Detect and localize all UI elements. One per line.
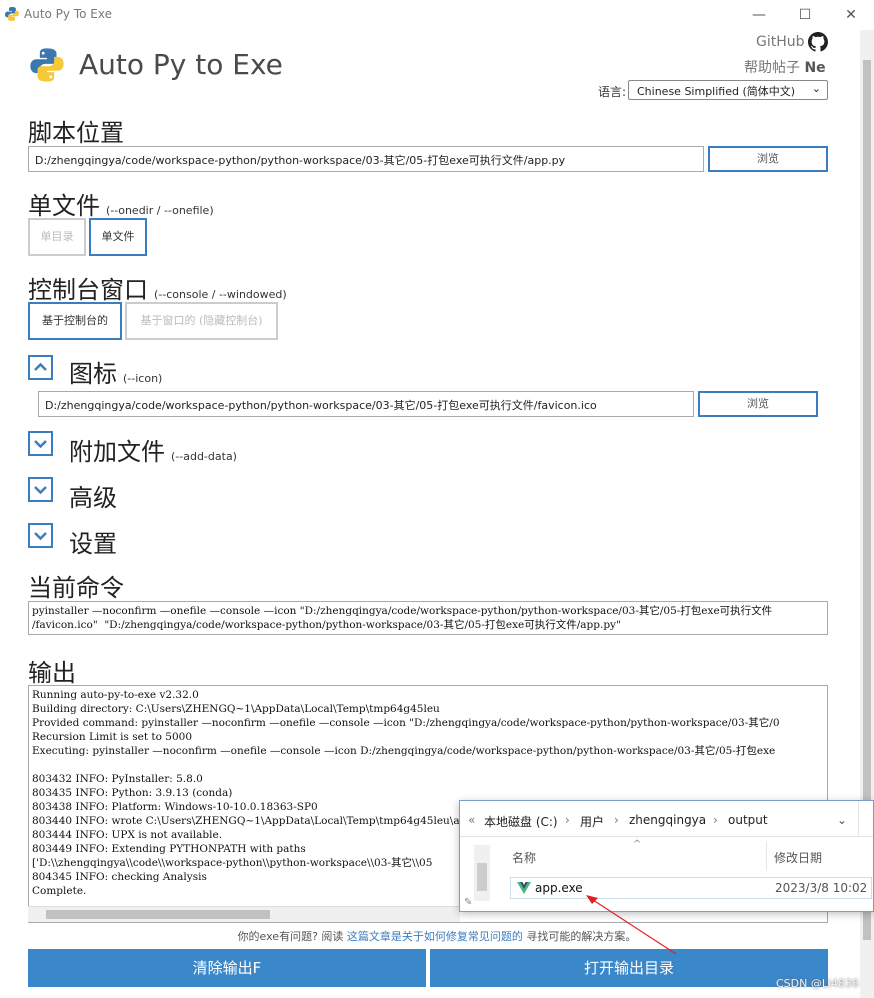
divider <box>858 801 859 837</box>
scrollbar-thumb[interactable] <box>477 863 487 891</box>
github-icon[interactable] <box>808 32 828 52</box>
watermark: CSDN @Li4836 <box>776 977 860 990</box>
github-link[interactable]: GitHub <box>756 34 805 50</box>
chevron-right-icon: › <box>713 813 718 827</box>
language-label: 语言: <box>598 85 627 99</box>
output-line: 803435 INFO: Python: 3.9.13 (conda) <box>32 787 233 799</box>
script-location-title: 脚本位置 <box>28 119 124 147</box>
address-dropdown-icon[interactable]: ⌄ <box>837 813 847 827</box>
vue-file-icon <box>517 882 531 894</box>
onefile-heading: 单文件 (--onedir / --onefile) <box>28 186 214 221</box>
column-header-date[interactable]: 修改日期 <box>774 849 822 866</box>
hint-article-link[interactable]: 这篇文章是关于如何修复常见问题的 <box>347 930 523 943</box>
output-line: Building directory: C:\Users\ZHENGQ~1\Ap… <box>32 703 440 715</box>
icon-heading: 图标 (--icon) <box>69 354 162 389</box>
close-button[interactable]: ✕ <box>828 0 874 30</box>
icon-browse-button[interactable]: 浏览 <box>698 391 818 417</box>
crumb-output[interactable]: output <box>728 813 768 827</box>
chevron-down-icon <box>34 440 47 449</box>
onefile-option-button[interactable]: 单文件 <box>89 218 147 256</box>
chevron-up-icon <box>34 362 47 371</box>
divider <box>766 841 767 871</box>
clear-output-button[interactable]: 清除输出F <box>28 949 426 987</box>
column-header-name[interactable]: 名称 <box>512 849 536 866</box>
chevron-down-icon: ⌄ <box>811 82 821 95</box>
app-brand-title: Auto Py to Exe <box>79 48 283 81</box>
sort-up-icon: ^ <box>633 839 642 850</box>
onedir-option-button[interactable]: 单目录 <box>28 218 86 256</box>
settings-title: 设置 <box>69 530 117 558</box>
scrollbar-thumb[interactable] <box>46 910 270 919</box>
output-line: Provided command: pyinstaller —noconfirm… <box>32 717 780 729</box>
chevron-right-icon: › <box>614 813 619 827</box>
chevron-right-icon: › <box>565 813 570 827</box>
file-modified-date: 2023/3/8 10:02 <box>775 881 868 895</box>
console-based-button[interactable]: 基于控制台的 <box>28 302 122 340</box>
explorer-side-scrollbar[interactable] <box>474 845 490 901</box>
chevron-down-icon <box>34 486 47 495</box>
window-title: Auto Py To Exe <box>24 7 112 21</box>
current-command-title: 当前命令 <box>28 574 124 602</box>
script-browse-button[interactable]: 浏览 <box>708 146 828 172</box>
icon-subtitle: (--icon) <box>123 372 163 385</box>
crumb-users[interactable]: 用户 <box>580 813 604 830</box>
script-path-input[interactable]: D:/zhengqingya/code/workspace-python/pyt… <box>28 146 704 172</box>
crumb-user-folder[interactable]: zhengqingya <box>629 813 706 827</box>
hint-prefix: 你的exe有问题? 阅读 <box>237 930 344 943</box>
additional-files-title: 附加文件 <box>69 438 165 466</box>
icon-section-toggle[interactable] <box>28 355 53 380</box>
explorer-address-bar[interactable]: « 本地磁盘 (C:) › 用户 › zhengqingya › output … <box>460 801 873 837</box>
python-logo <box>30 48 64 82</box>
file-row[interactable]: app.exe 2023/3/8 10:02 <box>510 877 872 899</box>
output-horizontal-scrollbar[interactable] <box>28 906 460 922</box>
additional-files-heading: 附加文件 (--add-data) <box>69 432 237 467</box>
language-value: Chinese Simplified (简体中文) <box>637 85 796 98</box>
output-line: Executing: pyinstaller —noconfirm —onefi… <box>32 745 776 757</box>
advanced-toggle[interactable] <box>28 477 53 502</box>
console-title: 控制台窗口 <box>28 276 148 304</box>
python-icon <box>5 7 19 21</box>
window-based-button[interactable]: 基于窗口的 (隐藏控制台) <box>125 302 278 340</box>
icon-title: 图标 <box>69 360 117 388</box>
icon-path-input[interactable]: D:/zhengqingya/code/workspace-python/pyt… <box>38 391 694 417</box>
settings-toggle[interactable] <box>28 523 53 548</box>
advanced-title: 高级 <box>69 484 117 512</box>
back-chevron-icon[interactable]: « <box>468 813 475 827</box>
help-link[interactable]: 帮助帖子 Ne <box>744 57 826 77</box>
minimize-button[interactable]: — <box>736 0 782 30</box>
pin-icon[interactable]: ✎ <box>464 897 472 908</box>
additional-files-toggle[interactable] <box>28 431 53 456</box>
additional-files-subtitle: (--add-data) <box>171 450 237 463</box>
language-select[interactable]: Chinese Simplified (简体中文) ⌄ <box>628 80 828 100</box>
output-line: 803432 INFO: PyInstaller: 5.8.0 <box>32 773 203 785</box>
output-line: Recursion Limit is set to 5000 <box>32 731 192 743</box>
command-line: pyinstaller —noconfirm —onefile —console… <box>32 605 773 617</box>
output-title: 输出 <box>28 659 76 687</box>
maximize-button[interactable]: ☐ <box>782 0 828 30</box>
command-line: /favicon.ico" "D:/zhengqingya/code/works… <box>32 619 621 631</box>
file-name: app.exe <box>535 881 583 895</box>
output-line: Running auto-py-to-exe v2.32.0 <box>32 689 199 701</box>
title-bar: Auto Py To Exe — ☐ ✕ <box>0 0 874 30</box>
console-subtitle: (--console / --windowed) <box>154 288 287 301</box>
annotation-arrow <box>586 895 677 955</box>
crumb-local-disk[interactable]: 本地磁盘 (C:) <box>484 813 558 830</box>
onefile-title: 单文件 <box>28 192 100 220</box>
current-command-textarea[interactable]: pyinstaller —noconfirm —onefile —console… <box>28 601 828 635</box>
help-suffix: Ne <box>804 60 826 76</box>
chevron-down-icon <box>34 532 47 541</box>
help-hint: 你的exe有问题? 阅读 这篇文章是关于如何修复常见问题的 寻找可能的解决方案。 <box>0 928 874 944</box>
onefile-subtitle: (--onedir / --onefile) <box>106 204 214 217</box>
console-heading: 控制台窗口 (--console / --windowed) <box>28 270 287 305</box>
help-label: 帮助帖子 <box>744 60 800 76</box>
